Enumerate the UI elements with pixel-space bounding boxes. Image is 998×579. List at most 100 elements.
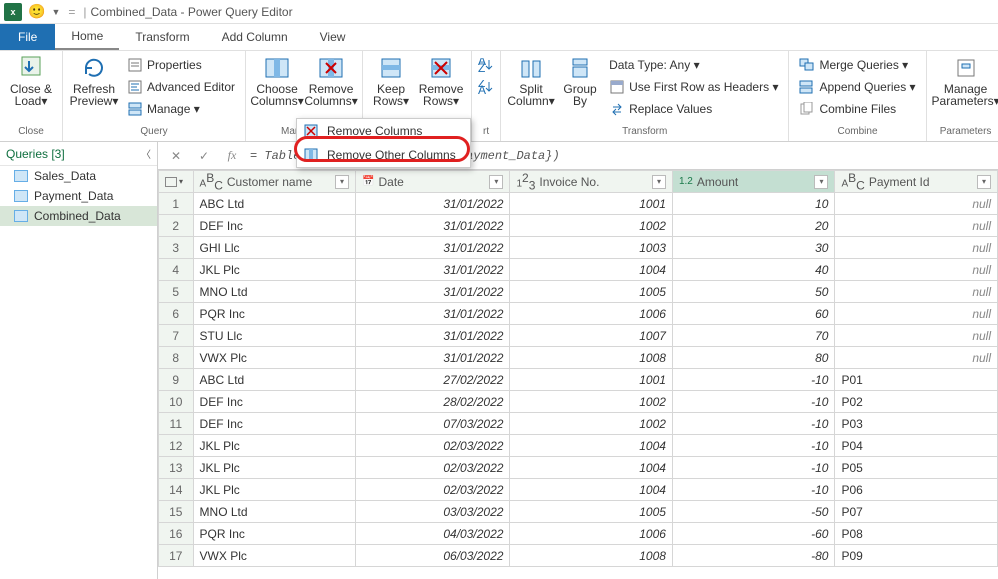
row-number[interactable]: 9	[159, 369, 194, 391]
cell-date[interactable]: 02/03/2022	[356, 457, 510, 479]
col-header-date[interactable]: 📅Date▾	[356, 171, 510, 193]
cell-invoice[interactable]: 1001	[510, 369, 673, 391]
cell-date[interactable]: 28/02/2022	[356, 391, 510, 413]
cell-customer[interactable]: JKL Plc	[193, 479, 356, 501]
row-number[interactable]: 7	[159, 325, 194, 347]
cell-amount[interactable]: -10	[672, 435, 835, 457]
qat-dropdown-icon[interactable]: ▼	[51, 7, 60, 17]
query-item[interactable]: Combined_Data	[0, 206, 157, 226]
table-row[interactable]: 14JKL Plc02/03/20221004-10P06	[159, 479, 998, 501]
properties-button[interactable]: Properties	[123, 55, 239, 75]
cell-invoice[interactable]: 1007	[510, 325, 673, 347]
sort-asc-button[interactable]: AZ	[478, 55, 494, 75]
cell-payment[interactable]: null	[835, 237, 998, 259]
cell-payment[interactable]: P03	[835, 413, 998, 435]
cell-payment[interactable]: null	[835, 347, 998, 369]
cell-invoice[interactable]: 1006	[510, 523, 673, 545]
col-header-invoice[interactable]: 123Invoice No.▾	[510, 171, 673, 193]
row-number[interactable]: 1	[159, 193, 194, 215]
commit-formula-icon[interactable]: ✓	[194, 149, 214, 163]
cell-customer[interactable]: PQR Inc	[193, 303, 356, 325]
cell-invoice[interactable]: 1003	[510, 237, 673, 259]
cell-customer[interactable]: STU Llc	[193, 325, 356, 347]
cell-invoice[interactable]: 1006	[510, 303, 673, 325]
row-number[interactable]: 5	[159, 281, 194, 303]
cell-payment[interactable]: null	[835, 281, 998, 303]
cell-customer[interactable]: ABC Ltd	[193, 193, 356, 215]
cell-date[interactable]: 03/03/2022	[356, 501, 510, 523]
cell-invoice[interactable]: 1004	[510, 479, 673, 501]
remove-columns-item[interactable]: Remove Columns	[297, 119, 470, 143]
cell-invoice[interactable]: 1002	[510, 413, 673, 435]
col-header-payment[interactable]: ABCPayment Id▾	[835, 171, 998, 193]
merge-queries-button[interactable]: Merge Queries ▾	[795, 55, 919, 75]
cell-payment[interactable]: null	[835, 303, 998, 325]
cell-invoice[interactable]: 1004	[510, 457, 673, 479]
cell-customer[interactable]: GHI Llc	[193, 237, 356, 259]
cell-invoice[interactable]: 1004	[510, 435, 673, 457]
cell-customer[interactable]: VWX Plc	[193, 545, 356, 567]
table-row[interactable]: 3GHI Llc31/01/2022100330null	[159, 237, 998, 259]
remove-columns-button[interactable]: RemoveColumns▾	[306, 53, 356, 107]
table-row[interactable]: 7STU Llc31/01/2022100770null	[159, 325, 998, 347]
cell-amount[interactable]: -60	[672, 523, 835, 545]
table-row[interactable]: 5MNO Ltd31/01/2022100550null	[159, 281, 998, 303]
keep-rows-button[interactable]: KeepRows▾	[369, 53, 413, 107]
tab-file[interactable]: File	[0, 24, 55, 50]
tab-add-column[interactable]: Add Column	[206, 24, 304, 50]
cell-payment[interactable]: P06	[835, 479, 998, 501]
cell-customer[interactable]: MNO Ltd	[193, 501, 356, 523]
cell-customer[interactable]: PQR Inc	[193, 523, 356, 545]
cell-customer[interactable]: JKL Plc	[193, 259, 356, 281]
tab-view[interactable]: View	[304, 24, 362, 50]
manage-parameters-button[interactable]: ManageParameters▾	[933, 53, 998, 107]
advanced-editor-button[interactable]: Advanced Editor	[123, 77, 239, 97]
table-row[interactable]: 4JKL Plc31/01/2022100440null	[159, 259, 998, 281]
cell-amount[interactable]: 60	[672, 303, 835, 325]
tab-transform[interactable]: Transform	[119, 24, 205, 50]
row-number[interactable]: 17	[159, 545, 194, 567]
cell-invoice[interactable]: 1002	[510, 391, 673, 413]
manage-button[interactable]: Manage ▾	[123, 99, 239, 119]
row-number[interactable]: 15	[159, 501, 194, 523]
cell-invoice[interactable]: 1008	[510, 347, 673, 369]
cell-invoice[interactable]: 1008	[510, 545, 673, 567]
row-number[interactable]: 3	[159, 237, 194, 259]
cell-amount[interactable]: -10	[672, 413, 835, 435]
row-number[interactable]: 16	[159, 523, 194, 545]
cell-date[interactable]: 31/01/2022	[356, 303, 510, 325]
cell-amount[interactable]: -80	[672, 545, 835, 567]
filter-dropdown-icon[interactable]: ▾	[977, 175, 991, 189]
cell-payment[interactable]: P08	[835, 523, 998, 545]
table-row[interactable]: 2DEF Inc31/01/2022100220null	[159, 215, 998, 237]
choose-columns-button[interactable]: ChooseColumns▾	[252, 53, 302, 107]
refresh-preview-button[interactable]: RefreshPreview▾	[69, 53, 119, 107]
table-row[interactable]: 8VWX Plc31/01/2022100880null	[159, 347, 998, 369]
cell-invoice[interactable]: 1005	[510, 501, 673, 523]
filter-dropdown-icon[interactable]: ▾	[652, 175, 666, 189]
table-row[interactable]: 10DEF Inc28/02/20221002-10P02	[159, 391, 998, 413]
cancel-formula-icon[interactable]: ✕	[166, 149, 186, 163]
cell-invoice[interactable]: 1001	[510, 193, 673, 215]
replace-values-button[interactable]: Replace Values	[605, 99, 782, 119]
cell-customer[interactable]: JKL Plc	[193, 457, 356, 479]
table-row[interactable]: 17VWX Plc06/03/20221008-80P09	[159, 545, 998, 567]
cell-customer[interactable]: DEF Inc	[193, 413, 356, 435]
cell-payment[interactable]: P09	[835, 545, 998, 567]
cell-date[interactable]: 31/01/2022	[356, 347, 510, 369]
cell-amount[interactable]: -10	[672, 457, 835, 479]
filter-dropdown-icon[interactable]: ▾	[335, 175, 349, 189]
cell-customer[interactable]: MNO Ltd	[193, 281, 356, 303]
fx-icon[interactable]: fx	[222, 148, 242, 163]
collapse-pane-icon[interactable]: 〈	[141, 146, 151, 161]
cell-payment[interactable]: P07	[835, 501, 998, 523]
cell-invoice[interactable]: 1004	[510, 259, 673, 281]
sort-desc-button[interactable]: ZA	[478, 77, 494, 97]
col-header-customer[interactable]: ABCCustomer name▾	[193, 171, 356, 193]
query-item[interactable]: Sales_Data	[0, 166, 157, 186]
remove-other-columns-item[interactable]: Remove Other Columns	[297, 143, 470, 167]
table-row[interactable]: 13JKL Plc02/03/20221004-10P05	[159, 457, 998, 479]
cell-invoice[interactable]: 1005	[510, 281, 673, 303]
cell-payment[interactable]: P02	[835, 391, 998, 413]
row-number[interactable]: 6	[159, 303, 194, 325]
